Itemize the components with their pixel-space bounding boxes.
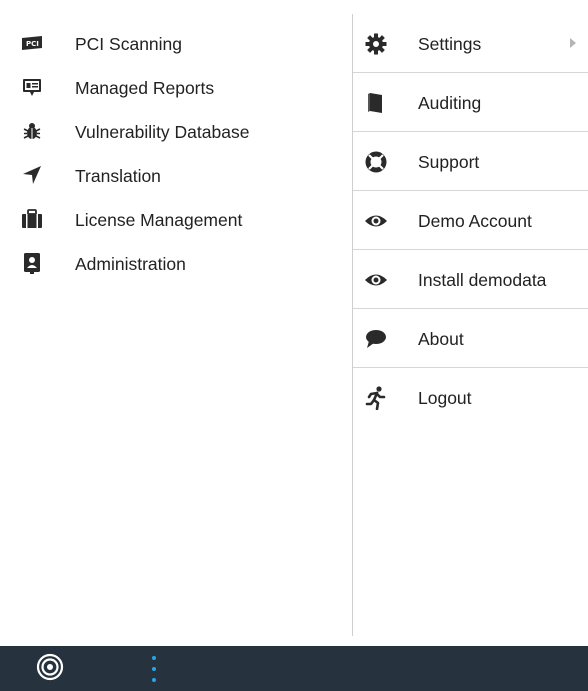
pci-icon: PCI <box>21 32 43 54</box>
taskbar <box>0 646 588 691</box>
menu-item-auditing[interactable]: Auditing <box>353 73 588 132</box>
eye-icon <box>364 268 388 292</box>
location-arrow-icon <box>21 164 43 186</box>
menu-item-support[interactable]: Support <box>353 132 588 191</box>
menu-item-license-management[interactable]: License Management <box>0 198 352 242</box>
menu-item-pci-scanning[interactable]: PCI PCI Scanning <box>0 22 352 66</box>
menu-item-label: License Management <box>75 210 243 230</box>
right-menu: Settings Auditing Support Demo Account I… <box>353 14 588 426</box>
menu-item-vulnerability-database[interactable]: Vulnerability Database <box>0 110 352 154</box>
menu-item-label: PCI Scanning <box>75 34 183 54</box>
menu-item-label: Demo Account <box>418 211 532 231</box>
menu-item-settings[interactable]: Settings <box>353 14 588 73</box>
admin-icon <box>21 252 43 274</box>
report-icon <box>21 76 43 98</box>
speech-bubble-icon <box>364 327 388 351</box>
menu-item-label: Managed Reports <box>75 78 215 98</box>
user-menu-panel: PCI PCI Scanning Managed Reports Vulnera… <box>0 0 588 646</box>
menu-item-label: Administration <box>75 254 186 274</box>
chevron-right-icon <box>568 36 578 50</box>
menu-item-logout[interactable]: Logout <box>353 368 588 426</box>
menu-item-label: Translation <box>75 166 161 186</box>
target-logo-icon[interactable] <box>36 653 64 681</box>
gear-icon <box>364 32 388 56</box>
running-man-icon <box>364 386 388 410</box>
menu-item-managed-reports[interactable]: Managed Reports <box>0 66 352 110</box>
menu-item-translation[interactable]: Translation <box>0 154 352 198</box>
lifebuoy-icon <box>364 150 388 174</box>
bug-icon <box>21 120 43 142</box>
eye-icon <box>364 209 388 233</box>
briefcase-icon <box>21 208 43 230</box>
menu-item-label: Auditing <box>418 93 482 113</box>
menu-item-label: Support <box>418 152 480 172</box>
menu-item-label: Logout <box>418 388 472 408</box>
vertical-dots-icon[interactable] <box>151 655 157 685</box>
menu-item-label: About <box>418 329 464 349</box>
menu-item-label: Settings <box>418 34 482 54</box>
menu-item-demo-account[interactable]: Demo Account <box>353 191 588 250</box>
svg-text:PCI: PCI <box>26 40 39 48</box>
left-menu: PCI PCI Scanning Managed Reports Vulnera… <box>0 0 352 286</box>
menu-item-label: Vulnerability Database <box>75 122 250 142</box>
menu-item-about[interactable]: About <box>353 309 588 368</box>
book-icon <box>364 91 388 115</box>
menu-item-administration[interactable]: Administration <box>0 242 352 286</box>
menu-item-install-demodata[interactable]: Install demodata <box>353 250 588 309</box>
menu-item-label: Install demodata <box>418 270 547 290</box>
